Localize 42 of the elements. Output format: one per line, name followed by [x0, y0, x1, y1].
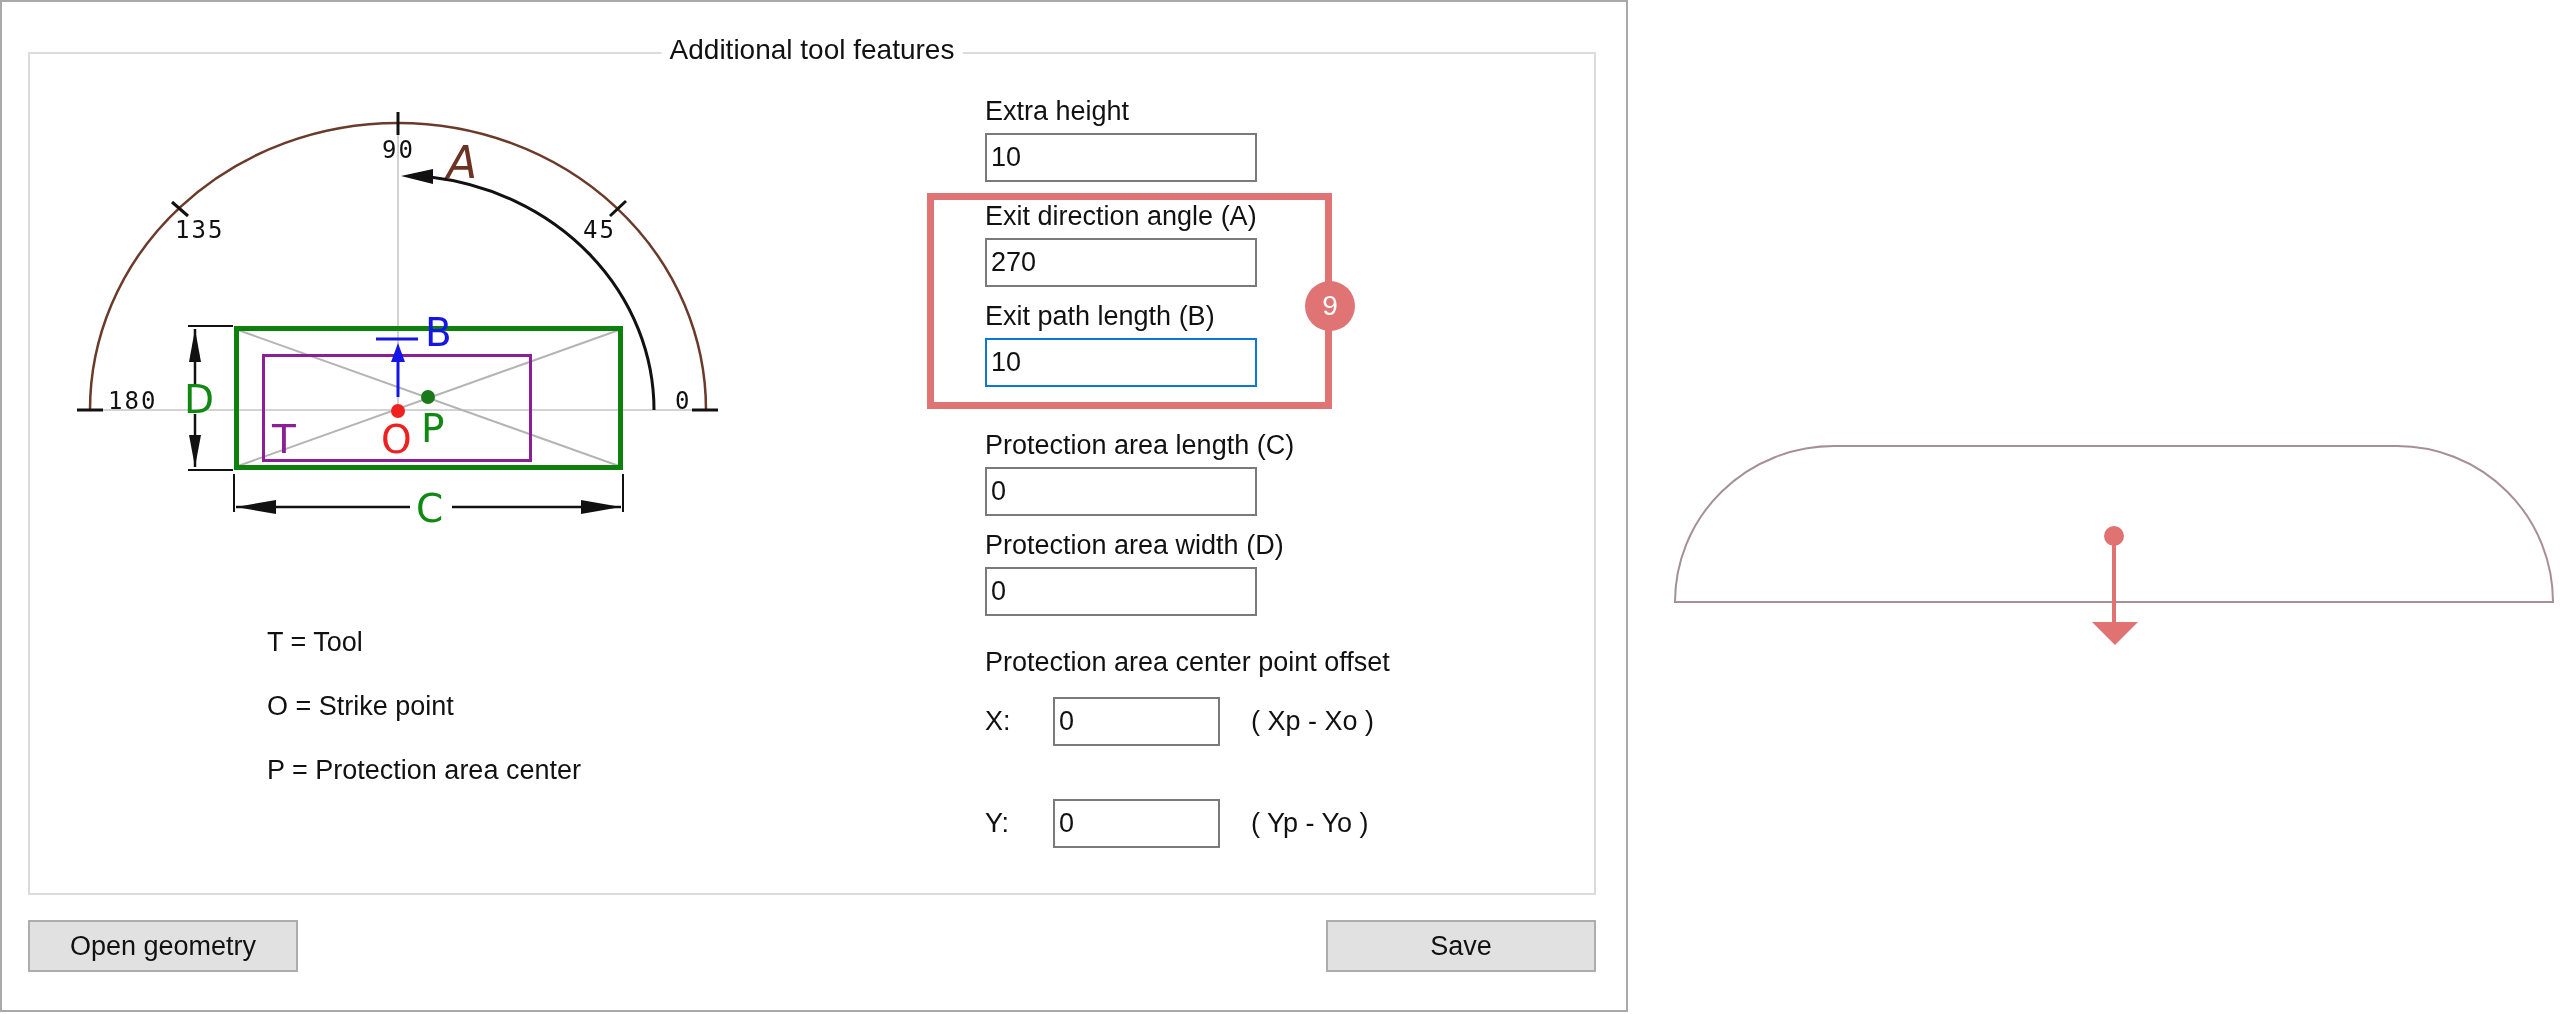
text-field[interactable]: 10: [985, 133, 1257, 182]
axis-label: X:: [985, 705, 1012, 739]
scale-label: 45: [583, 216, 616, 244]
scale-label: 135: [175, 216, 225, 244]
legend-text: O = Strike point: [267, 690, 454, 722]
axis-label: Y:: [985, 807, 1011, 841]
formula-text: ( Xp - Xo ): [1251, 705, 1375, 739]
field-label: Exit direction angle (A): [985, 200, 1257, 232]
field-label: Protection area width (D): [985, 529, 1284, 561]
save-button[interactable]: Save: [1326, 920, 1596, 972]
scale-tick: [171, 200, 189, 218]
scale-tick: [77, 408, 103, 412]
diagram-letter: A: [447, 137, 478, 188]
diagram-letter: P: [421, 406, 445, 451]
section-label: Protection area center point offset: [985, 646, 1390, 678]
scale-tick: [608, 199, 628, 218]
formula-text: ( Yp - Yo ): [1251, 807, 1369, 841]
field-label: Extra height: [985, 95, 1130, 127]
step-number-badge: 9: [1305, 281, 1355, 331]
diagram-letter: D: [184, 377, 215, 422]
text-field[interactable]: 0: [985, 567, 1257, 616]
text-field[interactable]: 0: [1053, 697, 1220, 746]
scale-tick: [692, 408, 718, 412]
diagram-letter: O: [381, 417, 412, 462]
strike-point-dot: [391, 404, 405, 418]
text-field[interactable]: 270: [985, 238, 1257, 287]
scale-label: 0: [675, 387, 692, 415]
field-label: Exit path length (B): [985, 300, 1215, 332]
field-label: Protection area length (C): [985, 429, 1295, 461]
exit-path-arrow: [376, 337, 418, 397]
open-geometry-button[interactable]: Open geometry: [28, 920, 298, 972]
text-field[interactable]: 0: [1053, 799, 1220, 848]
legend-text: T = Tool: [267, 626, 363, 658]
text-field[interactable]: 0: [985, 467, 1257, 516]
legend-text: P = Protection area center: [267, 754, 581, 786]
center-point-dot: [421, 390, 435, 404]
scale-label: 180: [108, 387, 158, 415]
diagram-letter: C: [416, 486, 444, 531]
scale-tick: [396, 112, 400, 135]
text-field[interactable]: 10: [985, 338, 1257, 387]
scale-label: 90: [382, 136, 415, 164]
diagram-letter: T: [272, 417, 296, 462]
